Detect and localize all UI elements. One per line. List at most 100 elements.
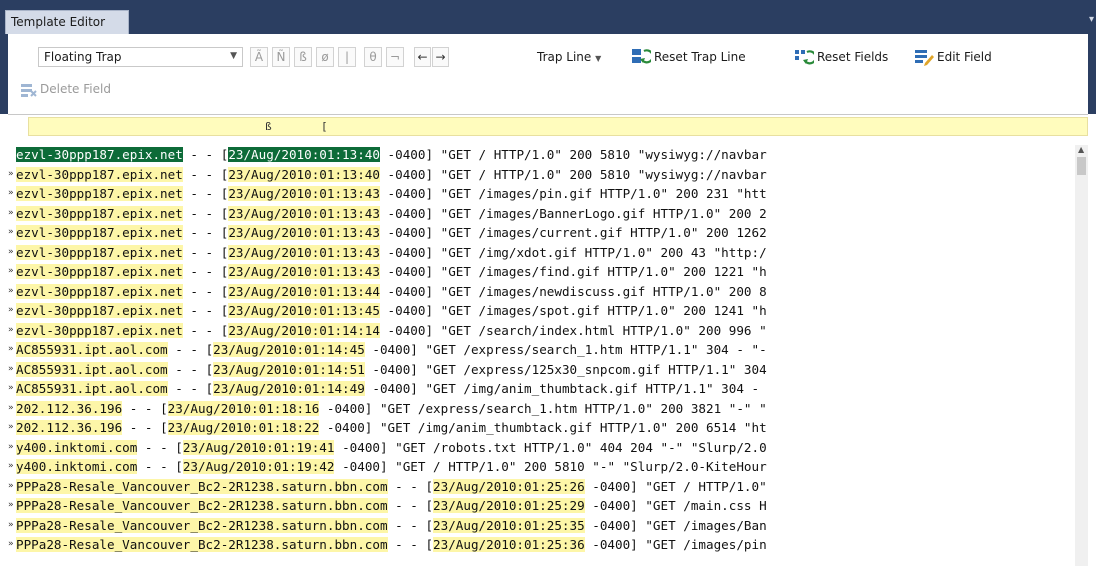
log-line[interactable]: » y400.inktomi.com - - [23/Aug/2010:01:19… — [8, 457, 1072, 477]
field-value[interactable]: 23/Aug/2010:01:13:45 — [228, 303, 380, 318]
log-line[interactable]: » ezvl-30ppp187.epix.net - - [23/Aug/2010… — [8, 262, 1072, 282]
field-value[interactable]: PPPa28-Resale_Vancouver_Bc2-2R1238.satur… — [16, 498, 388, 513]
log-line[interactable]: » ezvl-30ppp187.epix.net - - [23/Aug/2010… — [8, 223, 1072, 243]
field-value[interactable]: PPPa28-Resale_Vancouver_Bc2-2R1238.satur… — [16, 517, 388, 533]
field-value[interactable]: 23/Aug/2010:01:14:49 — [213, 381, 365, 396]
arrow-left-button[interactable]: ← — [414, 47, 431, 67]
log-line[interactable]: » ezvl-30ppp187.epix.net - - [23/Aug/2010… — [8, 184, 1072, 204]
log-line[interactable]: » PPPa28-Resale_Vancouver_Bc2-2R1238.satu… — [8, 535, 1072, 555]
field-value[interactable]: 23/Aug/2010:01:25:26 — [433, 478, 585, 494]
field-value[interactable]: 23/Aug/2010:01:25:29 — [433, 498, 585, 513]
field-value[interactable]: 202.112.36.196 — [16, 420, 123, 435]
log-text: -0400] "GET /images/BannerLogo.gif HTTP/… — [379, 205, 767, 221]
field-value[interactable]: 23/Aug/2010:01:13:44 — [228, 283, 380, 299]
field-value[interactable]: 23/Aug/2010:01:13:43 — [228, 244, 380, 260]
field-value[interactable]: 23/Aug/2010:01:19:41 — [182, 439, 335, 455]
field-value[interactable]: 23/Aug/2010:01:25:35 — [433, 517, 585, 533]
log-text: -0400] "GET /images/newdiscuss.gif HTTP/… — [379, 283, 767, 299]
field-value[interactable]: 23/Aug/2010:01:14:14 — [228, 322, 380, 338]
field-value[interactable]: 23/Aug/2010:01:18:22 — [167, 420, 320, 435]
log-line[interactable]: » AC855931.ipt.aol.com - - [23/Aug/2010:0… — [8, 379, 1072, 399]
field-value[interactable]: ezvl-30ppp187.epix.net — [16, 225, 183, 240]
log-line[interactable]: » PPPa28-Resale_Vancouver_Bc2-2R1238.satu… — [8, 477, 1072, 497]
field-value[interactable]: ezvl-30ppp187.epix.net — [16, 264, 183, 279]
tab-template-editor[interactable]: Template Editor — [5, 10, 129, 34]
field-value[interactable]: ezvl-30ppp187.epix.net — [16, 322, 183, 338]
log-line[interactable]: ezvl-30ppp187.epix.net - - [23/Aug/2010:… — [8, 145, 1072, 165]
reset-fields-button[interactable]: Reset Fields — [817, 50, 888, 64]
log-line[interactable]: » ezvl-30ppp187.epix.net - - [23/Aug/2010… — [8, 243, 1072, 263]
field-value[interactable]: AC855931.ipt.aol.com — [16, 361, 168, 377]
trap-line-marker: » — [8, 422, 14, 432]
log-text: - - [ — [182, 166, 229, 182]
field-value[interactable]: 23/Aug/2010:01:13:40 — [228, 147, 380, 162]
field-value[interactable]: 23/Aug/2010:01:14:51 — [213, 361, 365, 377]
log-line[interactable]: » y400.inktomi.com - - [23/Aug/2010:01:19… — [8, 438, 1072, 458]
field-value[interactable]: 23/Aug/2010:01:18:16 — [167, 400, 320, 416]
log-line[interactable]: » PPPa28-Resale_Vancouver_Bc2-2R1238.satu… — [8, 516, 1072, 536]
log-line[interactable]: » ezvl-30ppp187.epix.net - - [23/Aug/2010… — [8, 282, 1072, 302]
log-line[interactable]: » AC855931.ipt.aol.com - - [23/Aug/2010:0… — [8, 340, 1072, 360]
field-value[interactable]: PPPa28-Resale_Vancouver_Bc2-2R1238.satur… — [16, 537, 388, 552]
char-button-not[interactable]: ¬ — [386, 47, 404, 67]
field-value[interactable]: 202.112.36.196 — [16, 400, 123, 416]
char-button-pipe[interactable]: | — [338, 47, 356, 67]
field-value[interactable]: y400.inktomi.com — [16, 439, 138, 455]
log-line[interactable]: » AC855931.ipt.aol.com - - [23/Aug/2010:0… — [8, 360, 1072, 380]
field-value[interactable]: ezvl-30ppp187.epix.net — [16, 166, 183, 182]
tab-menu-icon[interactable]: ▾ — [1089, 14, 1094, 25]
char-button-theta[interactable]: θ — [364, 47, 382, 67]
log-line[interactable]: » ezvl-30ppp187.epix.net - - [23/Aug/2010… — [8, 321, 1072, 341]
field-value[interactable]: 23/Aug/2010:01:13:40 — [228, 166, 380, 182]
edit-field-button[interactable]: Edit Field — [937, 50, 992, 64]
log-text: - - [ — [182, 225, 229, 240]
log-text: - - [ — [122, 420, 168, 435]
char-button-n-tilde[interactable]: Ñ — [272, 47, 290, 67]
vertical-scrollbar[interactable]: ▲ — [1075, 145, 1088, 566]
scroll-up-icon[interactable]: ▲ — [1078, 145, 1084, 154]
char-button-a-tilde[interactable]: Ã — [250, 47, 268, 67]
arrow-right-button[interactable]: → — [432, 47, 449, 67]
field-value[interactable]: y400.inktomi.com — [16, 459, 138, 474]
char-button-o-slash[interactable]: ø — [316, 47, 334, 67]
log-line[interactable]: » 202.112.36.196 - - [23/Aug/2010:01:18:2… — [8, 418, 1072, 438]
field-ruler[interactable]: ß [ — [28, 117, 1088, 136]
trap-line-marker: » — [8, 285, 14, 296]
field-value[interactable]: 23/Aug/2010:01:13:43 — [228, 225, 380, 240]
field-value[interactable]: 23/Aug/2010:01:13:43 — [228, 264, 380, 279]
log-line[interactable]: » PPPa28-Resale_Vancouver_Bc2-2R1238.satu… — [8, 496, 1072, 516]
field-value[interactable]: AC855931.ipt.aol.com — [16, 381, 168, 396]
field-value[interactable]: AC855931.ipt.aol.com — [16, 342, 168, 357]
trap-line-marker: » — [8, 227, 14, 237]
field-value[interactable]: ezvl-30ppp187.epix.net — [16, 147, 183, 162]
log-text: -0400] "GET /images/Ban — [584, 517, 767, 533]
field-value[interactable]: 23/Aug/2010:01:19:42 — [182, 459, 335, 474]
field-value[interactable]: ezvl-30ppp187.epix.net — [16, 186, 183, 201]
trap-line-marker: » — [8, 344, 14, 354]
trap-type-select[interactable]: Floating Trap ▼ — [38, 47, 243, 67]
trap-line-marker: » — [8, 266, 14, 276]
reset-trap-line-button[interactable]: Reset Trap Line — [654, 50, 746, 64]
field-value[interactable]: 23/Aug/2010:01:13:43 — [228, 205, 380, 221]
log-text: -0400] "GET /images/current.gif HTTP/1.0… — [379, 225, 767, 240]
trap-line-dropdown[interactable]: Trap Line ▼ — [537, 50, 601, 64]
log-line[interactable]: » ezvl-30ppp187.epix.net - - [23/Aug/2010… — [8, 165, 1072, 185]
log-text: - - [ — [122, 400, 168, 416]
field-value[interactable]: PPPa28-Resale_Vancouver_Bc2-2R1238.satur… — [16, 478, 388, 494]
field-value[interactable]: ezvl-30ppp187.epix.net — [16, 303, 183, 318]
delete-field-button[interactable]: Delete Field — [40, 82, 111, 96]
char-button-sharp-s[interactable]: ß — [294, 47, 312, 67]
field-value[interactable]: 23/Aug/2010:01:14:45 — [213, 342, 365, 357]
field-value[interactable]: 23/Aug/2010:01:13:43 — [228, 186, 380, 201]
log-line[interactable]: » 202.112.36.196 - - [23/Aug/2010:01:18:1… — [8, 399, 1072, 419]
field-value[interactable]: ezvl-30ppp187.epix.net — [16, 205, 183, 221]
field-value[interactable]: 23/Aug/2010:01:25:36 — [433, 537, 585, 552]
template-editor-pane[interactable]: ß [ ezvl-30ppp187.epix.net - - [23/Aug/2… — [8, 114, 1088, 566]
log-lines[interactable]: ezvl-30ppp187.epix.net - - [23/Aug/2010:… — [8, 145, 1072, 555]
field-value[interactable]: ezvl-30ppp187.epix.net — [16, 283, 183, 299]
log-line[interactable]: » ezvl-30ppp187.epix.net - - [23/Aug/2010… — [8, 204, 1072, 224]
scrollbar-thumb[interactable] — [1077, 157, 1086, 175]
log-line[interactable]: » ezvl-30ppp187.epix.net - - [23/Aug/2010… — [8, 301, 1072, 321]
trap-line-marker: » — [8, 188, 14, 198]
field-value[interactable]: ezvl-30ppp187.epix.net — [16, 244, 183, 260]
